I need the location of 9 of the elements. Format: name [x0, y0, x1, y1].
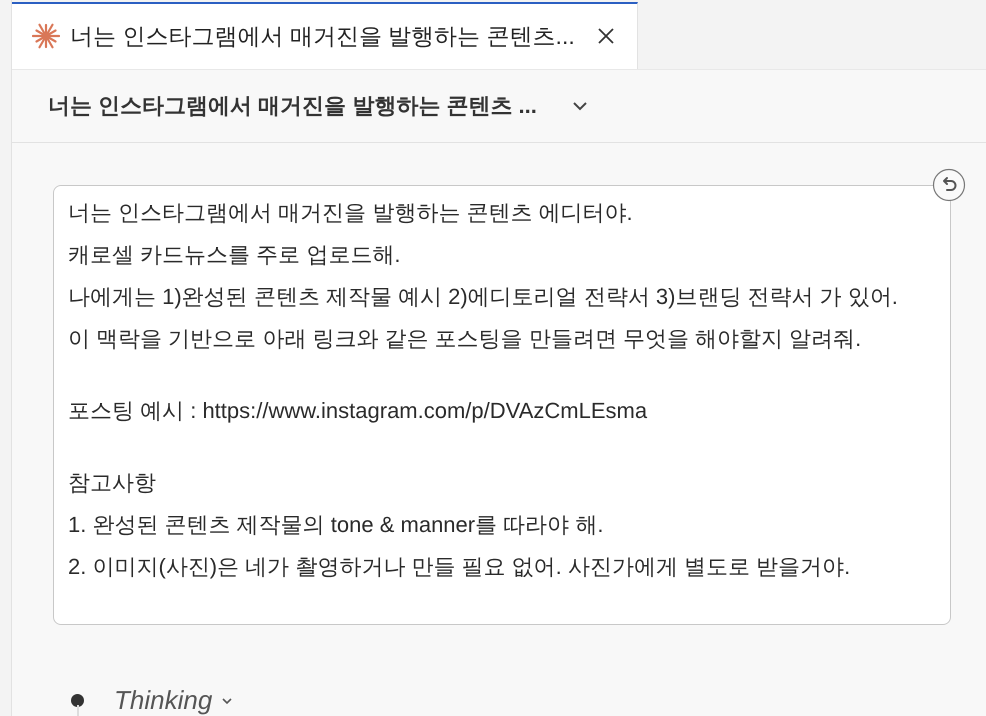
thinking-label[interactable]: Thinking: [114, 685, 212, 716]
chat-tab[interactable]: 너는 인스타그램에서 매거진을 발행하는 콘텐츠...: [12, 2, 638, 69]
spark-icon: [32, 22, 60, 50]
message-paragraph: 포스팅 예시 : https://www.instagram.com/p/DVAzCmLEsma: [68, 397, 648, 425]
conversation-title: 너는 인스타그램에서 매거진을 발행하는 콘텐츠 ...: [48, 92, 537, 120]
message-paragraph: 너는 인스타그램에서 매거진을 발행하는 콘텐츠 에디터야. 캐로셀 카드뉴스를 주로 업로드해. 나에게는 1)완성된 콘텐츠 제작물 예시 2)에디토리얼 전략서 3)브랜딩 전략서 가 있어. 이 맥락을 기반으로 아래 링크와 같은 포스팅을 만들려면 무엇을 해야할지 알려줘.: [68, 199, 899, 353]
undo-icon[interactable]: [932, 168, 966, 202]
timeline-dot: [71, 694, 84, 707]
message-paragraph: 참고사항 1. 완성된 콘텐츠 제작물의 tone & manner를 따라야 해. 2. 이미지(사진)은 네가 촬영하거나 만들 필요 없어. 사진가에게 별도로 받을거야.: [68, 469, 852, 581]
